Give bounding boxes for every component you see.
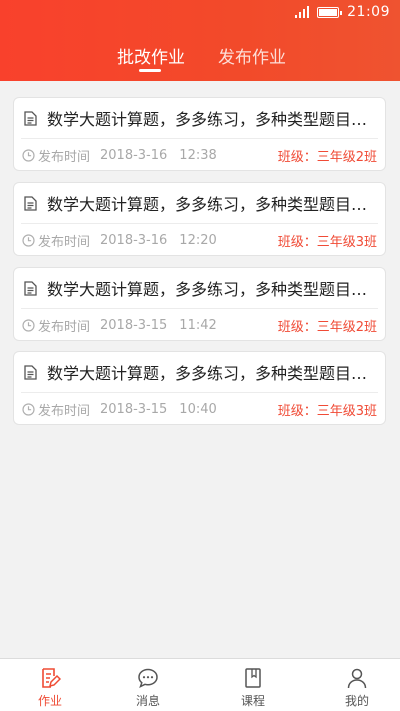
publish-time: 12:38 [179,147,217,163]
homework-title: 数学大题计算题，多多练习，多种类型题目… [47,364,367,383]
header-tabs: 批改作业 发布作业 [0,43,400,73]
card-divider [21,308,378,309]
document-icon [24,364,37,380]
publish-time: 12:20 [179,232,217,248]
publish-time-label: 发布时间 [38,319,91,335]
nav-label-homework: 作业 [37,694,62,708]
homework-card[interactable]: 数学大题计算题，多多练习，多种类型题目… 发布时间 2018-3-15 11:4… [13,267,386,341]
document-icon [24,110,37,126]
bottom-navigation: 作业 消息 课程 我的 [0,658,400,711]
status-bar: 21:09 [0,0,400,26]
nav-item-profile[interactable]: 我的 [307,659,400,711]
nav-item-homework[interactable]: 作业 [0,659,100,711]
nav-label-messages: 消息 [135,694,160,708]
homework-card[interactable]: 数学大题计算题，多多练习，多种类型题目… 发布时间 2018-3-16 12:3… [13,97,386,171]
active-tab-indicator [139,69,161,72]
homework-title: 数学大题计算题，多多练习，多种类型题目… [47,195,367,214]
nav-label-profile: 我的 [344,694,369,708]
document-icon [24,195,37,211]
publish-date: 2018-3-15 [100,401,168,417]
publish-time-label: 发布时间 [38,403,91,419]
document-icon [24,280,37,296]
message-icon [138,668,158,688]
clock-icon [22,318,35,332]
homework-title: 数学大题计算题，多多练习，多种类型题目… [47,280,367,299]
user-icon [347,668,367,689]
tab-grade-homework[interactable]: 批改作业 [117,43,185,68]
nav-label-courses: 课程 [240,694,265,708]
battery-icon [317,6,343,18]
class-label: 班级：三年级3班 [277,403,377,419]
tab-publish-homework[interactable]: 发布作业 [218,43,286,68]
signal-icon [295,6,310,18]
nav-item-courses[interactable]: 课程 [203,659,303,711]
publish-time-label: 发布时间 [38,149,91,165]
publish-time: 11:42 [179,317,217,333]
homework-card[interactable]: 数学大题计算题，多多练习，多种类型题目… 发布时间 2018-3-15 10:4… [13,351,386,425]
nav-item-messages[interactable]: 消息 [98,659,198,711]
publish-date: 2018-3-16 [100,232,168,248]
publish-date: 2018-3-15 [100,317,168,333]
app-header: 21:09 批改作业 发布作业 [0,0,400,81]
publish-time-label: 发布时间 [38,234,91,250]
homework-card[interactable]: 数学大题计算题，多多练习，多种类型题目… 发布时间 2018-3-16 12:2… [13,182,386,256]
clock-icon [22,148,35,162]
card-divider [21,223,378,224]
clock-icon [22,402,35,416]
status-time: 21:09 [347,4,390,20]
homework-icon [42,668,61,688]
homework-title: 数学大题计算题，多多练习，多种类型题目… [47,110,367,129]
clock-icon [22,233,35,247]
card-divider [21,138,378,139]
book-icon [245,668,261,688]
class-label: 班级：三年级2班 [277,319,377,335]
publish-time: 10:40 [179,401,217,417]
class-label: 班级：三年级2班 [277,149,377,165]
card-divider [21,392,378,393]
class-label: 班级：三年级3班 [277,234,377,250]
publish-date: 2018-3-16 [100,147,168,163]
